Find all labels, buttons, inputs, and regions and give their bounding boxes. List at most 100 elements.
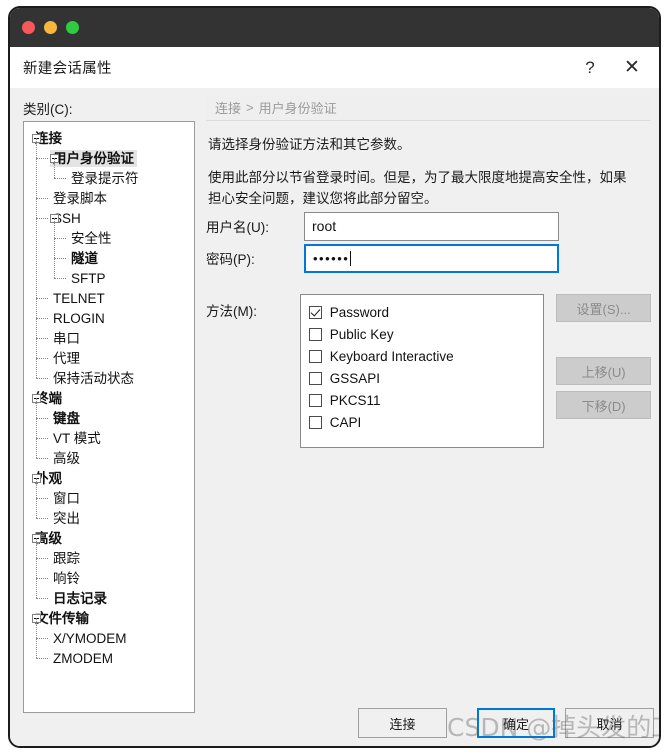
tree-item[interactable]: 登录提示符 — [24, 168, 194, 188]
tree-item-label: 文件传输 — [35, 610, 89, 626]
tree-item-label: X/YMODEM — [53, 630, 127, 646]
tree-item[interactable]: 连接 — [24, 128, 194, 148]
tree-item-label: 登录提示符 — [71, 170, 139, 186]
password-input[interactable]: •••••• — [304, 243, 559, 273]
tree-item[interactable]: X/YMODEM — [24, 628, 194, 648]
method-label: Password — [329, 304, 390, 320]
tree-item[interactable]: 日志记录 — [24, 588, 194, 608]
move-down-button[interactable]: 下移(D) — [556, 391, 651, 419]
tree-guide-line — [36, 158, 48, 159]
tree-guide-line — [36, 638, 48, 639]
checkbox-icon[interactable] — [308, 349, 322, 363]
cancel-button[interactable]: 取消 — [565, 708, 654, 738]
tree-guide-line — [36, 498, 48, 499]
tree-item[interactable]: 隧道 — [24, 248, 194, 268]
text-caret — [350, 250, 352, 266]
tree-item[interactable]: 串口 — [24, 328, 194, 348]
checkbox-icon[interactable] — [308, 371, 322, 385]
description-line-2: 使用此部分以节省登录时间。但是，为了最大限度地提高安全性，如果担心安全问题，建议… — [208, 170, 627, 206]
tree-guide-line — [36, 398, 37, 458]
tree-item[interactable]: 跟踪 — [24, 548, 194, 568]
tree-item-label: 安全性 — [71, 230, 112, 246]
tree-item-label: 键盘 — [53, 410, 80, 426]
tree-guide-line — [36, 218, 48, 219]
tree-guide-line — [36, 558, 48, 559]
username-input[interactable]: root — [304, 211, 559, 241]
tree-item[interactable]: 高级 — [24, 528, 194, 548]
tree-item-label: SFTP — [71, 270, 106, 286]
password-masked-value: •••••• — [313, 250, 350, 266]
close-icon[interactable]: ✕ — [611, 49, 653, 87]
credentials-form: 用户名(U): root 密码(P): •••••• — [206, 210, 651, 274]
tree-item[interactable]: 终端 — [24, 388, 194, 408]
tree-item[interactable]: ZMODEM — [24, 648, 194, 668]
tree-item-label: 窗口 — [53, 490, 80, 506]
breadcrumb: 连接 > 用户身份验证 — [206, 95, 651, 121]
tree-item[interactable]: TELNET — [24, 288, 194, 308]
method-item[interactable]: GSSAPI — [308, 367, 543, 389]
methods-side-buttons: 设置(S)... 上移(U) 下移(D) — [556, 294, 651, 419]
tree-item[interactable]: 突出 — [24, 508, 194, 528]
tree-item[interactable]: RLOGIN — [24, 308, 194, 328]
checkbox-icon[interactable] — [308, 393, 322, 407]
checkbox-icon[interactable] — [308, 415, 322, 429]
username-label: 用户名(U): — [206, 220, 269, 235]
checkbox-icon[interactable] — [308, 327, 322, 341]
tree-item-label: TELNET — [53, 290, 105, 306]
breadcrumb-root[interactable]: 连接 — [215, 98, 241, 117]
tree-guide-line — [54, 178, 66, 179]
tree-guide-line — [36, 318, 48, 319]
tree-guide-line — [36, 298, 48, 299]
method-label: Public Key — [329, 326, 394, 342]
tree-guide-line — [54, 238, 66, 239]
tree-item[interactable]: 响铃 — [24, 568, 194, 588]
settings-button[interactable]: 设置(S)... — [556, 294, 651, 322]
tree-item[interactable]: SFTP — [24, 268, 194, 288]
checkbox-checked-icon[interactable] — [308, 305, 322, 319]
tree-guide-line — [36, 198, 48, 199]
method-label: PKCS11 — [329, 392, 381, 408]
tree-item-label: 日志记录 — [53, 590, 107, 606]
method-item[interactable]: PKCS11 — [308, 389, 543, 411]
tree-guide-line — [54, 278, 66, 279]
tree-item[interactable]: 代理 — [24, 348, 194, 368]
dialog-window: 新建会话属性 ? ✕ 类别(C): 连接 用户身份验证 登录提示符 登录脚本 SSH 安全… — [8, 6, 661, 748]
help-icon[interactable]: ? — [569, 49, 611, 87]
connect-button[interactable]: 连接 — [358, 708, 447, 738]
method-label: CAPI — [329, 414, 362, 430]
tree-item[interactable]: 键盘 — [24, 408, 194, 428]
tree-item[interactable]: 用户身份验证 — [24, 148, 194, 168]
tree-item[interactable]: 文件传输 — [24, 608, 194, 628]
tree-item-label: 跟踪 — [53, 550, 80, 566]
method-item[interactable]: Public Key — [308, 323, 543, 345]
method-item[interactable]: Keyboard Interactive — [308, 345, 543, 367]
zoom-window-button[interactable] — [66, 21, 79, 34]
tree-item-label: 响铃 — [53, 570, 80, 586]
tree-item[interactable]: 登录脚本 — [24, 188, 194, 208]
window-chrome-bar — [10, 8, 659, 47]
method-item[interactable]: Password — [308, 301, 543, 323]
tree-item[interactable]: 高级 — [24, 448, 194, 468]
move-up-button[interactable]: 上移(U) — [556, 357, 651, 385]
tree-item[interactable]: SSH — [24, 208, 194, 228]
tree-guide-line — [36, 518, 48, 519]
tree-item[interactable]: 保持活动状态 — [24, 368, 194, 388]
tree-item[interactable]: 外观 — [24, 468, 194, 488]
category-tree[interactable]: 连接 用户身份验证登录提示符登录脚本 SSH 安全性隧道 SFTP TELNET RLOGI… — [23, 121, 195, 713]
method-item[interactable]: CAPI — [308, 411, 543, 433]
breadcrumb-separator: > — [246, 100, 254, 115]
ok-button[interactable]: 确定 — [477, 708, 555, 738]
minimize-window-button[interactable] — [44, 21, 57, 34]
tree-guide-line — [36, 458, 48, 459]
tree-item-label: VT 模式 — [53, 430, 101, 446]
password-label: 密码(P): — [206, 252, 255, 267]
dialog-title: 新建会话属性 — [23, 61, 112, 77]
tree-item[interactable]: 安全性 — [24, 228, 194, 248]
tree-item[interactable]: 窗口 — [24, 488, 194, 508]
tree-item[interactable]: VT 模式 — [24, 428, 194, 448]
methods-list[interactable]: Password Public Key Keyboard Interactive GS… — [299, 294, 545, 448]
tree-item-label: 隧道 — [71, 250, 98, 266]
tree-guide-line — [36, 598, 48, 599]
tree-guide-line — [36, 138, 37, 378]
close-window-button[interactable] — [22, 21, 35, 34]
